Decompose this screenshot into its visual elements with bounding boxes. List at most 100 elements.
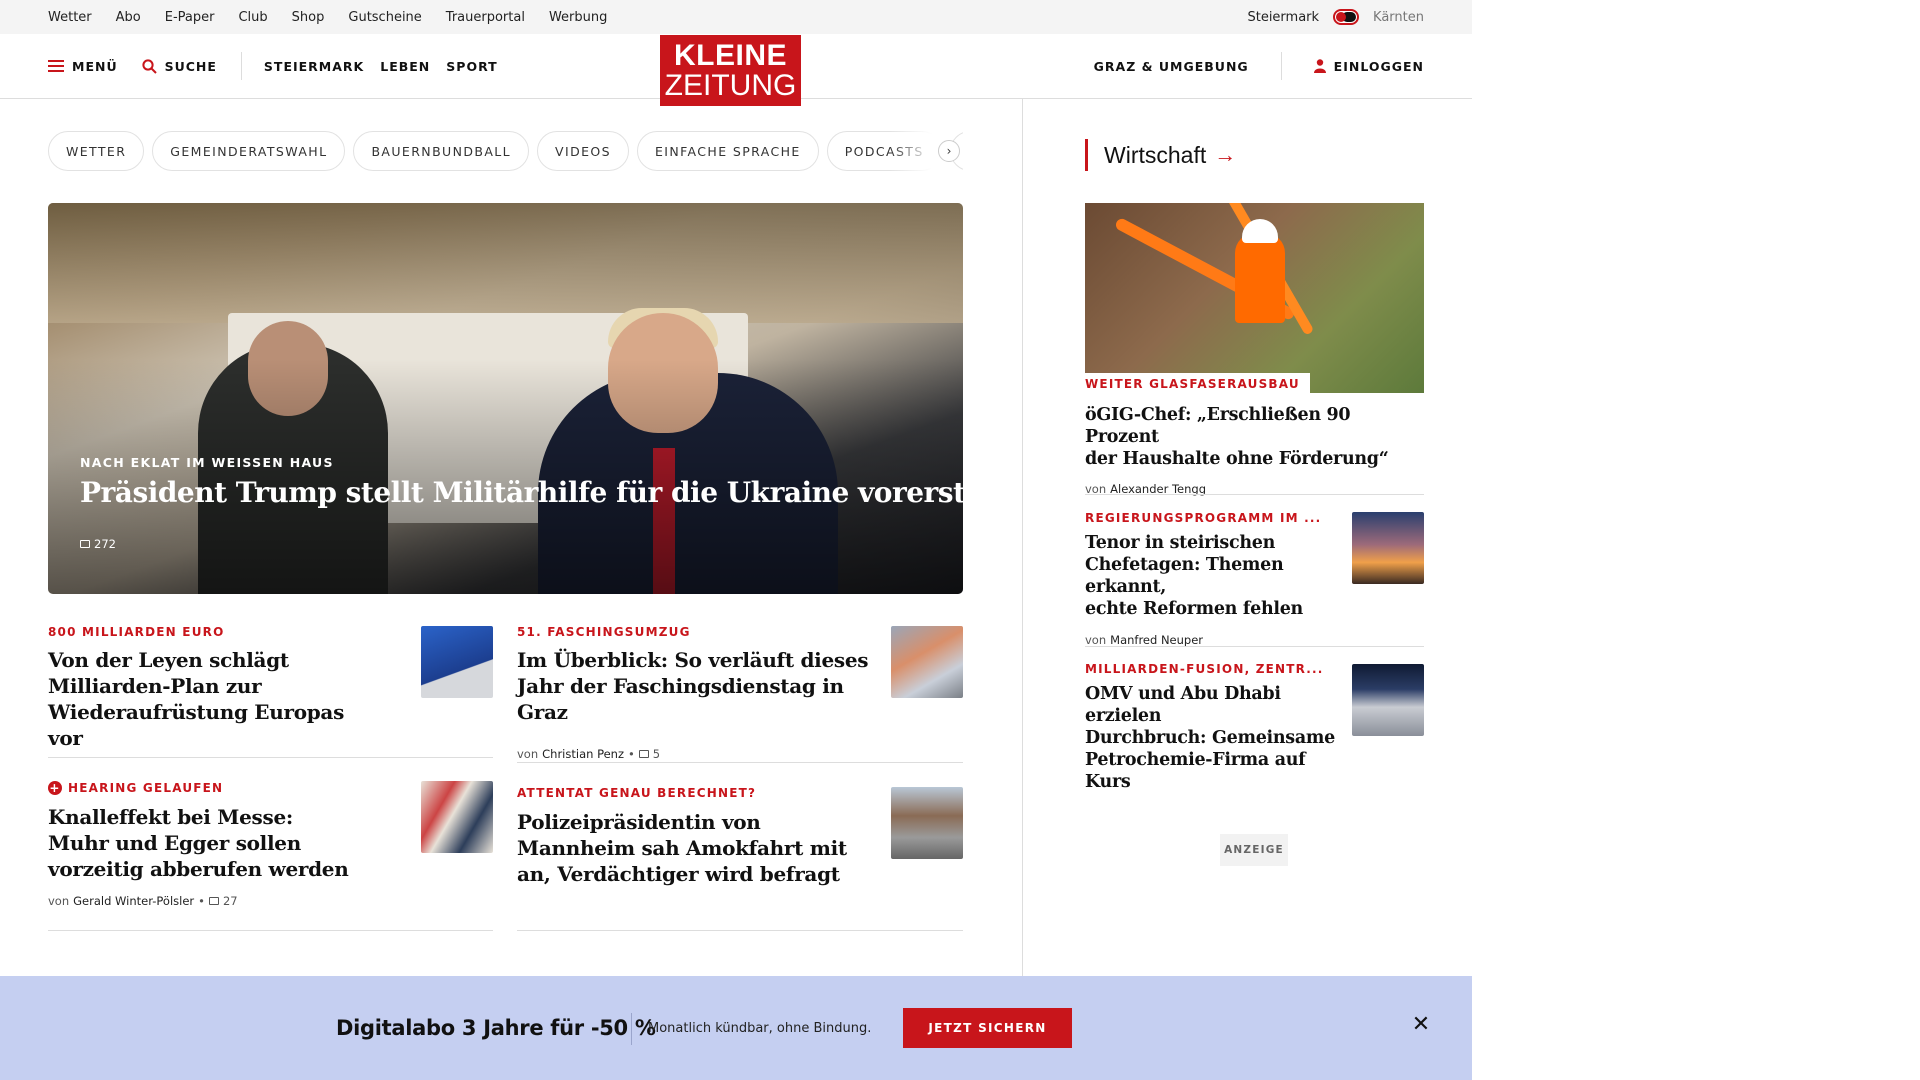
util-link-trauerportal[interactable]: Trauerportal [446, 10, 525, 25]
comment-count[interactable]: 27 [223, 894, 238, 908]
article-kicker: MILLIARDEN-FUSION, ZENTR... [1085, 662, 1324, 676]
subscribe-button[interactable]: JETZT SICHERN [903, 1008, 1072, 1048]
tag-wetter[interactable]: WETTER [48, 131, 145, 171]
login-label: EINLOGGEN [1333, 58, 1424, 74]
region-steiermark[interactable]: Steiermark [1247, 10, 1319, 25]
chevron-right-icon: › [946, 144, 952, 158]
article-kicker: 800 MILLIARDEN EURO [48, 625, 225, 639]
menu-button[interactable]: MENÜ [48, 59, 118, 74]
search-icon [141, 58, 157, 74]
article-title[interactable]: Von der Leyen schlägt Milliarden-Plan zu… [48, 647, 368, 751]
article-title[interactable]: Knalleffekt bei Messe: Muhr und Egger so… [48, 804, 368, 882]
util-link-werbung[interactable]: Werbung [549, 10, 607, 25]
region-switch: Steiermark Kärnten [1247, 0, 1424, 34]
hero-article[interactable]: NACH EKLAT IM WEISSEN HAUS Präsident Tru… [48, 203, 963, 594]
plus-icon: + [48, 781, 62, 795]
article-kicker: ATTENTAT GENAU BERECHNET? [517, 786, 757, 800]
hero-comments[interactable]: 272 [80, 537, 116, 551]
article-meta: von Manfred Neuper [1085, 633, 1204, 647]
sidebar-article[interactable]: MILLIARDEN-FUSION, ZENTR... OMV und Abu … [1085, 662, 1345, 793]
article-thumbnail[interactable] [421, 781, 493, 853]
banner-headline: Digitalabo 3 Jahre für -50 % [336, 1016, 656, 1040]
tag-bauernbundball[interactable]: BAUERNBUNDBALL [353, 131, 530, 171]
page: Wetter Abo E-Paper Club Shop Gutscheine … [0, 0, 1472, 1080]
article-title[interactable]: Im Überblick: So verläuft dieses Jahr de… [517, 647, 887, 725]
author-link[interactable]: Christian Penz [542, 747, 624, 761]
util-link-club[interactable]: Club [238, 10, 267, 25]
util-link-abo[interactable]: Abo [116, 10, 141, 25]
search-button[interactable]: SUCHE [141, 58, 217, 74]
arrow-right-icon: → [1214, 142, 1237, 167]
article-title[interactable]: öGIG-Chef: „Erschließen 90 Prozent der H… [1085, 404, 1424, 470]
sidebar-article[interactable]: REGIERUNGSPROGRAMM IM ... Tenor in steir… [1085, 511, 1345, 647]
author-link[interactable]: Manfred Neuper [1110, 633, 1203, 647]
sidebar-divider [1085, 646, 1424, 647]
article-divider [48, 757, 493, 758]
article-thumbnail[interactable] [1352, 664, 1424, 736]
search-label: SUCHE [164, 58, 217, 74]
article-thumbnail[interactable] [891, 626, 963, 698]
empty-area [1472, 0, 1920, 1080]
article-meta: von Christian Penz • 5 [517, 747, 661, 761]
article-thumbnail[interactable] [421, 626, 493, 698]
article-meta: von Gerald Winter-Pölsler • 27 [48, 894, 238, 908]
article-thumbnail[interactable] [1352, 512, 1424, 584]
nav-divider [1280, 52, 1282, 80]
region-kaernten[interactable]: Kärnten [1373, 10, 1424, 25]
site-logo[interactable]: KLEINE ZEITUNG [660, 35, 801, 106]
article-divider [517, 930, 963, 931]
nav-divider [240, 52, 242, 80]
article-card[interactable]: + HEARING GELAUFEN Knalleffekt bei Messe… [48, 781, 368, 908]
banner-subtext: Monatlich kündbar, ohne Bindung. [648, 1021, 872, 1036]
hamburger-icon [48, 60, 64, 72]
tag-gemeinderatswahl[interactable]: GEMEINDERATSWAHL [152, 131, 346, 171]
nav-link-steiermark[interactable]: STEIERMARK [264, 59, 364, 74]
login-button[interactable]: EINLOGGEN [1313, 58, 1424, 74]
article-divider [517, 762, 963, 763]
tag-einfache-sprache[interactable]: EINFACHE SPRACHE [636, 131, 819, 171]
hero-kicker: NACH EKLAT IM WEISSEN HAUS [80, 455, 334, 470]
article-title[interactable]: Tenor in steirischen Chefetagen: Themen … [1085, 532, 1345, 620]
article-divider [48, 930, 493, 931]
menu-label: MENÜ [72, 58, 118, 74]
topic-tags: WETTER GEMEINDERATSWAHL BAUERNBUNDBALL V… [48, 131, 963, 171]
column-divider [1022, 99, 1023, 976]
utility-bar: Wetter Abo E-Paper Club Shop Gutscheine … [0, 0, 1472, 34]
sidebar-lead-kicker: WEITER GLASFASERAUSBAU [1085, 373, 1310, 395]
article-title[interactable]: OMV und Abu Dhabi erzielen Durchbruch: G… [1085, 683, 1345, 793]
subscription-banner: Digitalabo 3 Jahre für -50 % Monatlich k… [0, 976, 1472, 1080]
util-link-shop[interactable]: Shop [292, 10, 325, 25]
util-link-wetter[interactable]: Wetter [48, 10, 92, 25]
ad-label: ANZEIGE [1220, 834, 1288, 866]
close-icon[interactable]: ✕ [1410, 1014, 1432, 1036]
util-link-gutscheine[interactable]: Gutscheine [348, 10, 421, 25]
comment-icon [638, 750, 649, 758]
hero-title[interactable]: Präsident Trump stellt Militärhilfe für … [80, 476, 963, 509]
main-header: MENÜ SUCHE STEIERMARK LEBEN SPORT KLEINE… [0, 34, 1472, 106]
nav-link-leben[interactable]: LEBEN [380, 59, 430, 74]
tags-scroll-right-button[interactable]: › [938, 140, 960, 162]
nav-link-sport[interactable]: SPORT [446, 59, 497, 74]
sidebar-lead-article[interactable]: öGIG-Chef: „Erschließen 90 Prozent der H… [1085, 404, 1424, 496]
author-link[interactable]: Gerald Winter-Pölsler [73, 894, 194, 908]
region-toggle[interactable] [1333, 9, 1360, 25]
hero-comment-count: 272 [94, 537, 116, 551]
article-card[interactable]: ATTENTAT GENAU BERECHNET? Polizeipräside… [517, 786, 887, 887]
sidebar-divider [1085, 494, 1424, 495]
article-card[interactable]: 800 MILLIARDEN EURO Von der Leyen schläg… [48, 625, 368, 751]
location-link[interactable]: GRAZ & UMGEBUNG [1094, 59, 1249, 74]
article-kicker: + HEARING GELAUFEN [48, 781, 224, 795]
article-kicker: REGIERUNGSPROGRAMM IM ... [1085, 511, 1322, 525]
tag-videos[interactable]: VIDEOS [537, 131, 629, 171]
article-title[interactable]: Polizeipräsidentin von Mannheim sah Amok… [517, 809, 887, 887]
banner-divider [631, 1013, 632, 1045]
comment-icon [208, 897, 219, 905]
article-card[interactable]: 51. FASCHINGSUMZUG Im Überblick: So verl… [517, 625, 887, 761]
util-link-epaper[interactable]: E-Paper [165, 10, 215, 25]
sidebar-lead-image[interactable] [1085, 203, 1424, 393]
user-icon [1313, 59, 1326, 73]
article-thumbnail[interactable] [891, 787, 963, 859]
article-kicker: 51. FASCHINGSUMZUG [517, 625, 691, 639]
section-title-wirtschaft[interactable]: Wirtschaft → [1085, 139, 1236, 171]
comment-count[interactable]: 5 [653, 747, 660, 761]
